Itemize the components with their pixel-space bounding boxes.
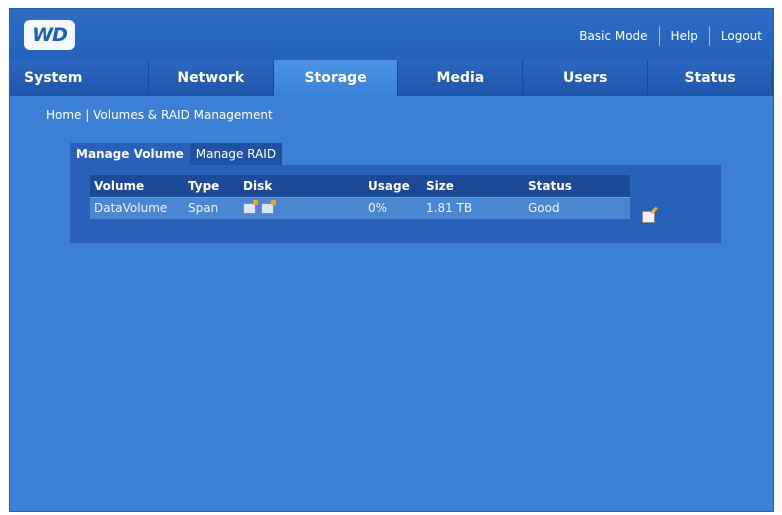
edit-icon[interactable] [642,211,655,223]
app-frame: WD Basic Mode Help Logout System Network… [9,8,774,512]
tab-status[interactable]: Status [648,60,773,96]
wd-logo: WD [24,20,75,50]
main-tabs: System Network Storage Media Users Statu… [10,60,773,96]
table-header-row: Volume Type Disk Usage Size Status [90,175,630,197]
logo-text: WD [32,24,68,46]
column-header-type: Type [184,175,239,197]
column-header-disk: Disk [239,175,364,197]
column-header-volume: Volume [90,175,184,197]
tab-media[interactable]: Media [398,60,524,96]
cell-status: Good [524,196,630,219]
column-header-size: Size [422,175,524,197]
header-bar: WD Basic Mode Help Logout [10,9,773,60]
volume-panel: Volume Type Disk Usage Size Status DataV… [70,165,721,243]
help-link[interactable]: Help [660,29,709,43]
tab-network[interactable]: Network [148,60,274,96]
cell-usage: 0% [364,196,422,219]
logout-link[interactable]: Logout [710,29,773,43]
cell-disk [239,196,364,219]
cell-volume: DataVolume [90,196,184,219]
cell-size: 1.81 TB [422,196,524,219]
cell-type: Span [184,196,239,219]
tab-system[interactable]: System [10,60,149,96]
column-header-status: Status [524,175,630,197]
breadcrumb: Home | Volumes & RAID Management [46,108,273,122]
column-header-usage: Usage [364,175,422,197]
tab-storage[interactable]: Storage [273,60,399,96]
tab-users[interactable]: Users [523,60,649,96]
subtab-manage-raid[interactable]: Manage RAID [189,143,283,165]
disk-icon[interactable] [243,200,258,215]
top-links: Basic Mode Help Logout [568,24,773,48]
sub-tabs: Manage Volume Manage RAID [70,143,283,165]
subtab-manage-volume[interactable]: Manage Volume [70,143,190,165]
basic-mode-link[interactable]: Basic Mode [568,29,658,43]
table-row: DataVolume Span 0% 1.81 TB Good [90,196,630,219]
disk-icon[interactable] [261,200,276,215]
volume-table: Volume Type Disk Usage Size Status DataV… [90,175,630,219]
